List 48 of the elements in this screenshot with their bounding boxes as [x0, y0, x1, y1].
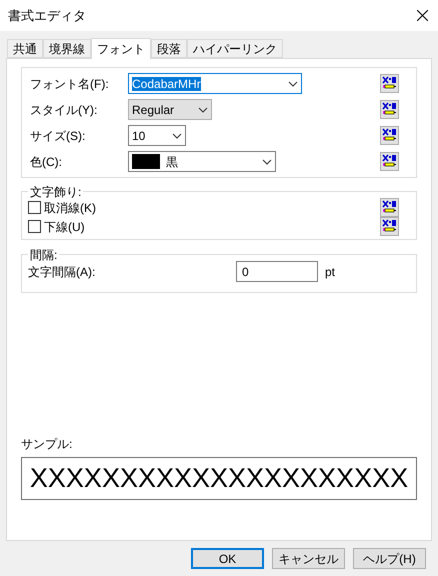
field-value: CodabarMHr: [132, 76, 202, 92]
field-label: 文字間隔(A):: [28, 264, 96, 280]
field-value: 黒: [166, 154, 179, 170]
tab[interactable]: フォント: [91, 38, 151, 59]
field-label: 色(C):: [30, 154, 63, 170]
reset-button[interactable]: [380, 198, 399, 217]
close-icon[interactable]: [417, 10, 428, 21]
dialog-button[interactable]: ヘルプ(H): [353, 548, 426, 569]
sample-text: XXXXXXXXXXXXXXXXXXXXX: [30, 465, 408, 492]
pencil-icon: [382, 102, 397, 117]
tab[interactable]: 段落: [151, 39, 187, 58]
reset-button[interactable]: [380, 152, 399, 171]
style-dropdown[interactable]: Regular: [128, 99, 212, 120]
reset-button[interactable]: [380, 100, 399, 119]
field-label: サイズ(S):: [30, 128, 86, 144]
group-title: 文字飾り:: [28, 183, 84, 201]
checkbox-label: 取消線(K): [44, 200, 96, 216]
tab[interactable]: 境界線: [43, 39, 91, 58]
sample-label: サンプル:: [21, 436, 74, 453]
color-dropdown[interactable]: 黒: [128, 151, 276, 172]
checkbox-label: 下線(U): [44, 218, 85, 236]
caret-icon: [288, 80, 298, 86]
pencil-icon: [382, 154, 397, 169]
combo-field[interactable]: 10: [128, 125, 186, 146]
tab[interactable]: ハイパーリンク: [187, 39, 283, 58]
field-value: Regular: [132, 102, 176, 118]
spacing-field[interactable]: 0: [236, 261, 318, 282]
field-value: 10: [132, 128, 146, 144]
checkbox[interactable]: [28, 201, 41, 214]
combo-field[interactable]: CodabarMHr: [128, 73, 302, 94]
field-label: フォント名(F):: [30, 76, 110, 92]
pencil-icon: [382, 128, 397, 143]
pencil-icon: [382, 219, 397, 234]
caret-icon: [262, 158, 272, 164]
field-label: スタイル(Y):: [30, 102, 98, 118]
pencil-icon: [382, 200, 397, 215]
dialog-button[interactable]: OK: [191, 548, 264, 569]
caret-icon: [172, 132, 182, 138]
tab[interactable]: 共通: [7, 39, 43, 58]
dialog-button[interactable]: キャンセル: [272, 548, 345, 569]
reset-button[interactable]: [380, 74, 399, 93]
pencil-icon: [382, 76, 397, 91]
window-title: 書式エディタ: [8, 6, 86, 25]
caret-icon: [198, 106, 208, 112]
reset-button[interactable]: [380, 126, 399, 145]
unit-label: pt: [325, 264, 336, 280]
reset-button[interactable]: [380, 217, 399, 236]
checkbox[interactable]: [28, 220, 41, 233]
